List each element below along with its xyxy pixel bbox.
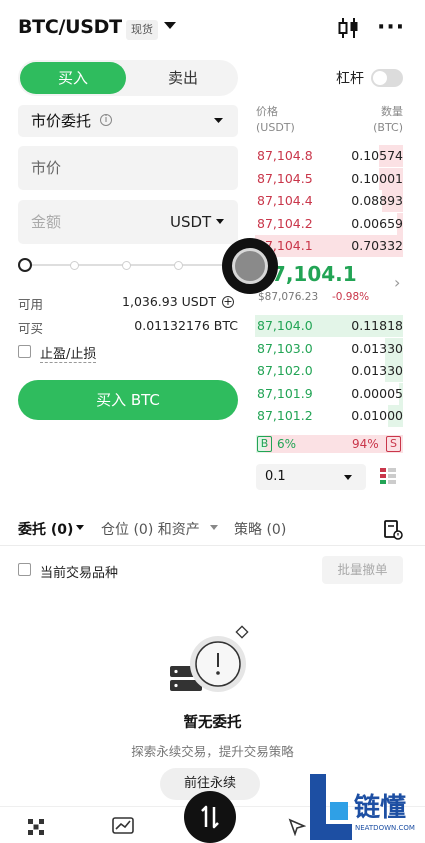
- can-buy-label: 可买: [18, 321, 44, 336]
- chevron-down-icon: [214, 118, 223, 123]
- orderbook-row[interactable]: 87,104.1 0.70332: [255, 235, 403, 257]
- pair-title[interactable]: BTC/USDT: [18, 16, 122, 38]
- orderbook-row[interactable]: 87,104.2 0.00659: [255, 213, 403, 235]
- pair-dropdown-icon[interactable]: [164, 22, 176, 30]
- tab-sell[interactable]: 卖出: [130, 62, 236, 94]
- chevron-down-icon: [216, 219, 224, 224]
- home-icon[interactable]: [27, 818, 45, 836]
- orderbook-price: 87,104.4: [257, 193, 313, 208]
- last-price-ref: $87,076.23: [258, 291, 319, 303]
- orderbook-row[interactable]: 87,103.0 0.01330: [255, 338, 403, 360]
- ob-qty-header: 数量 (BTC): [373, 105, 403, 134]
- orderbook-price: 87,104.0: [257, 318, 313, 333]
- svg-text:NEATDOWN.COM: NEATDOWN.COM: [355, 824, 415, 832]
- buy-ratio-badge: B: [257, 436, 272, 452]
- orderbook-price: 87,102.0: [257, 363, 313, 378]
- kline-chart-icon[interactable]: [338, 16, 360, 40]
- chevron-down-icon: [344, 475, 352, 480]
- orderbook-qty: 0.01000: [351, 408, 403, 423]
- slider-step-50[interactable]: [122, 261, 131, 270]
- slider-step-25[interactable]: [70, 261, 79, 270]
- current-pair-checkbox[interactable]: [18, 563, 31, 576]
- orderbook-layout-icon[interactable]: [378, 466, 398, 486]
- batch-cancel-button[interactable]: 批量撤单: [322, 556, 403, 584]
- orderbook-qty: 0.00005: [351, 385, 403, 401]
- sell-ratio-badge: S: [386, 436, 401, 452]
- amount-slider-handle[interactable]: [18, 258, 32, 272]
- price-placeholder: 市价: [31, 159, 62, 177]
- orderbook-row[interactable]: 87,104.4 0.08893: [255, 190, 403, 212]
- orderbook-row[interactable]: 87,101.9 0.00005: [255, 383, 403, 405]
- orderbook-qty: 0.01330: [351, 340, 403, 356]
- watermark-logo: 链懂 NEATDOWN.COM: [310, 774, 415, 840]
- sell-ratio-value: 94%: [352, 437, 379, 451]
- orderbook-qty: 0.01330: [351, 363, 403, 378]
- orderbook-qty: 0.00659: [351, 215, 403, 231]
- orderbook-qty: 0.11818: [351, 318, 403, 333]
- tpsl-checkbox[interactable]: [18, 345, 31, 358]
- orderbook-price: 87,101.9: [257, 385, 313, 401]
- can-buy-value: 0.01132176 BTC: [134, 318, 238, 333]
- current-pair-label: 当前交易品种: [40, 566, 119, 581]
- tab-positions[interactable]: 仓位 (0) 和资产: [101, 519, 200, 539]
- empty-orders-icon: [170, 625, 249, 692]
- orderbook-qty: 0.10001: [351, 170, 403, 186]
- orderbook-price: 87,103.0: [257, 340, 313, 356]
- swap-arrows-icon: [201, 805, 219, 829]
- tab-strategy[interactable]: 策略 (0): [234, 519, 286, 539]
- orderbook-row[interactable]: 87,104.0 0.11818: [255, 315, 403, 337]
- orderbook-row[interactable]: 87,104.8 0.10574: [255, 145, 403, 167]
- leverage-toggle-knob: [373, 71, 387, 85]
- orderbook-price: 87,104.8: [257, 148, 313, 163]
- ob-price-header: 价格 (USDT): [256, 105, 295, 134]
- order-history-icon[interactable]: [383, 520, 403, 540]
- markets-icon[interactable]: [112, 817, 134, 835]
- slider-step-75[interactable]: [174, 261, 183, 270]
- available-label: 可用: [18, 297, 44, 312]
- order-type-label: 市价委托: [31, 112, 92, 130]
- orderbook-row[interactable]: 87,104.5 0.10001: [255, 168, 403, 190]
- precision-value: 0.1: [265, 469, 286, 484]
- more-options-icon[interactable]: ···: [377, 17, 405, 39]
- buy-btc-button[interactable]: 买入 BTC: [18, 380, 238, 420]
- orderbook-price: 87,104.5: [257, 170, 313, 186]
- orderbook-qty: 0.10574: [351, 148, 403, 163]
- chevron-down-icon: [210, 525, 218, 530]
- transfer-plus-icon[interactable]: +: [222, 296, 234, 308]
- tab-buy[interactable]: 买入: [20, 62, 126, 94]
- orderbook-price: 87,101.2: [257, 408, 313, 423]
- leverage-label: 杠杆: [336, 71, 364, 87]
- buy-ratio-value: 6%: [277, 437, 297, 451]
- orderbook-row[interactable]: 87,102.0 0.01330: [255, 360, 403, 382]
- touch-indicator-center: [232, 248, 268, 284]
- orderbook-row[interactable]: 87,101.2 0.01000: [255, 405, 403, 427]
- chevron-down-icon: [76, 525, 84, 530]
- order-type-select[interactable]: 市价委托: [18, 105, 238, 137]
- chevron-right-icon[interactable]: ›: [394, 273, 400, 292]
- empty-subtitle: 探索永续交易，提升交易策略: [131, 744, 294, 759]
- price-field[interactable]: 市价: [18, 146, 238, 190]
- trade-swap-button[interactable]: [184, 791, 236, 843]
- price-change: -0.98%: [332, 291, 370, 303]
- amount-unit-select[interactable]: USDT: [170, 213, 211, 231]
- available-value: 1,036.93 USDT: [122, 294, 216, 309]
- orderbook-price: 87,104.2: [257, 215, 313, 231]
- orderbook-qty: 0.70332: [351, 238, 403, 253]
- svg-text:链懂: 链懂: [354, 792, 406, 823]
- spot-badge: 现货: [126, 20, 158, 40]
- tab-orders[interactable]: 委托 (0): [18, 519, 73, 539]
- info-icon[interactable]: i: [100, 114, 112, 126]
- tpsl-label[interactable]: 止盈/止损: [40, 343, 97, 363]
- empty-title: 暂无委托: [183, 715, 242, 731]
- discover-icon[interactable]: [288, 818, 306, 836]
- amount-placeholder: 金额: [31, 213, 62, 231]
- divider: [0, 545, 425, 546]
- orderbook-qty: 0.08893: [351, 193, 403, 208]
